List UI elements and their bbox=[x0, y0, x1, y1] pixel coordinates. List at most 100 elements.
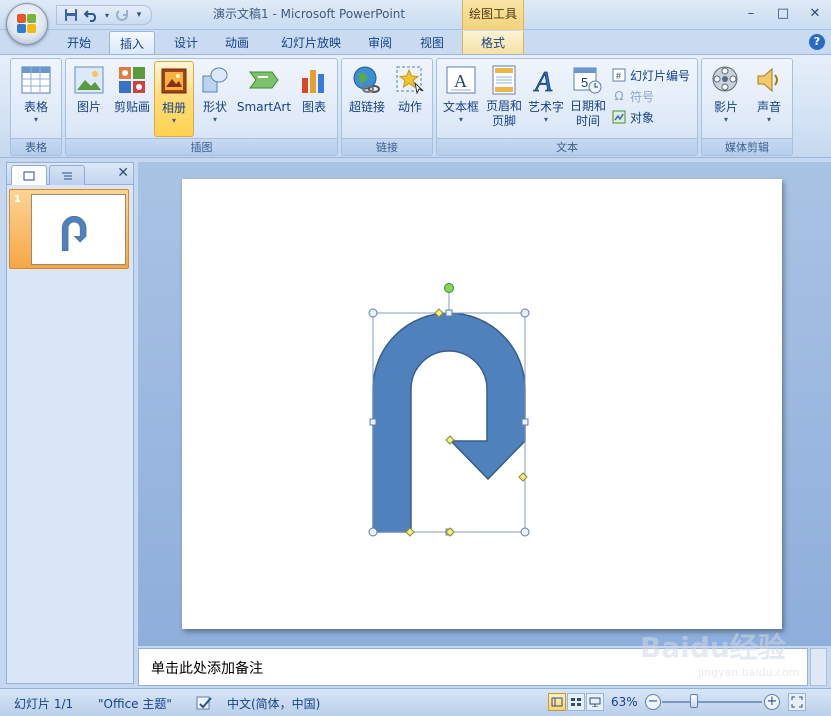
hyperlink-button[interactable]: 超链接 bbox=[344, 61, 390, 137]
picture-icon bbox=[72, 63, 106, 97]
slide-canvas[interactable] bbox=[182, 179, 782, 629]
resize-handle-e[interactable] bbox=[521, 418, 529, 426]
header-footer-button[interactable]: 页眉和 页脚 bbox=[483, 61, 525, 137]
tab-design[interactable]: 设计 bbox=[164, 31, 208, 54]
undo-dropdown-icon[interactable]: ▾ bbox=[103, 7, 111, 23]
slides-tab[interactable] bbox=[11, 165, 47, 185]
tab-slideshow[interactable]: 幻灯片放映 bbox=[270, 31, 352, 54]
watermark-text: Baidu经验 bbox=[640, 631, 786, 664]
hyperlink-label: 超链接 bbox=[348, 100, 385, 114]
status-theme[interactable]: "Office 主题" bbox=[98, 695, 172, 712]
tab-review[interactable]: 审阅 bbox=[358, 31, 402, 54]
resize-handle-w[interactable] bbox=[369, 418, 377, 426]
table-button[interactable]: 表格 ▾ bbox=[13, 61, 59, 137]
header-footer-label-line2: 页脚 bbox=[491, 114, 516, 128]
tab-format[interactable]: 格式 bbox=[462, 31, 524, 54]
globe-link-icon bbox=[350, 63, 384, 97]
rotation-handle[interactable] bbox=[444, 283, 454, 293]
shapes-button[interactable]: 形状 ▾ bbox=[196, 61, 234, 137]
redo-icon[interactable] bbox=[115, 7, 131, 23]
header-footer-label: 页眉和 页脚 bbox=[486, 99, 522, 129]
textbox-button[interactable]: A 文本框 ▾ bbox=[439, 61, 483, 137]
save-icon[interactable] bbox=[63, 7, 79, 23]
slide-number-label: 幻灯片编号 bbox=[630, 68, 691, 83]
customize-qat-icon[interactable]: ▾ bbox=[135, 7, 143, 23]
slide-number-button[interactable]: # 幻灯片编号 bbox=[611, 65, 690, 85]
tab-home[interactable]: 开始 bbox=[56, 31, 102, 54]
slide-thumbnail[interactable]: 1 bbox=[9, 189, 129, 269]
album-label: 相册 bbox=[161, 101, 186, 115]
chart-icon bbox=[297, 63, 331, 97]
object-button[interactable]: 对象 bbox=[611, 107, 654, 127]
zoom-slider[interactable] bbox=[662, 701, 762, 703]
normal-view-icon[interactable] bbox=[548, 693, 566, 711]
chevron-down-icon: ▾ bbox=[458, 115, 463, 124]
action-star-icon bbox=[393, 63, 427, 97]
office-button[interactable] bbox=[6, 3, 48, 45]
minimize-button[interactable]: – bbox=[735, 0, 767, 26]
action-button[interactable]: 动作 bbox=[390, 61, 430, 137]
maximize-button[interactable]: □ bbox=[767, 0, 799, 26]
window-controls: – □ ✕ bbox=[735, 0, 831, 26]
office-logo-icon bbox=[17, 14, 37, 34]
datetime-label-line1: 日期和 bbox=[569, 99, 606, 113]
pane-tabs: ✕ bbox=[7, 163, 133, 185]
undo-icon[interactable] bbox=[83, 7, 99, 23]
zoom-out-icon[interactable]: − bbox=[645, 694, 661, 710]
resize-handle-nw[interactable] bbox=[368, 308, 378, 318]
chevron-down-icon: ▾ bbox=[171, 116, 176, 125]
zoom-level[interactable]: 63% bbox=[611, 695, 638, 709]
sound-button[interactable]: 声音 ▾ bbox=[748, 61, 790, 137]
group-illustrations: 图片 剪贴画 相册 ▾ 形状 ▾ SmartArt 图表 插图 bbox=[65, 58, 338, 156]
slideshow-view-icon[interactable] bbox=[586, 693, 604, 711]
movie-button[interactable]: 影片 ▾ bbox=[704, 61, 748, 137]
help-icon[interactable]: ? bbox=[809, 34, 825, 50]
chart-button[interactable]: 图表 bbox=[294, 61, 334, 137]
uturn-arrow-body[interactable] bbox=[372, 312, 526, 533]
adjust-handle-right[interactable] bbox=[518, 472, 528, 482]
outline-tab[interactable] bbox=[49, 165, 85, 185]
tab-view[interactable]: 视图 bbox=[410, 31, 454, 54]
close-pane-icon[interactable]: ✕ bbox=[117, 165, 129, 181]
wordart-icon: A bbox=[529, 63, 563, 97]
datetime-label-line2: 时间 bbox=[575, 114, 600, 128]
speaker-icon bbox=[752, 63, 786, 97]
tab-insert[interactable]: 插入 bbox=[109, 31, 155, 54]
ribbon: 表格 ▾ 表格 图片 剪贴画 相册 ▾ 形状 ▾ SmartArt 图表 插图 … bbox=[0, 54, 831, 158]
svg-text:A: A bbox=[454, 71, 467, 91]
group-media-label: 媒体剪辑 bbox=[702, 138, 792, 155]
group-text: A 文本框 ▾ 页眉和 页脚 A 艺术字 ▾ 5 日期和 时间 # 幻灯片编号 … bbox=[436, 58, 698, 156]
resize-handle-n[interactable] bbox=[445, 309, 453, 317]
status-language[interactable]: 中文(简体，中国) bbox=[227, 695, 320, 712]
close-button[interactable]: ✕ bbox=[799, 0, 831, 26]
chevron-down-icon: ▾ bbox=[212, 115, 217, 124]
album-button[interactable]: 相册 ▾ bbox=[154, 61, 194, 137]
spellcheck-icon[interactable] bbox=[196, 695, 214, 714]
resize-handle-se[interactable] bbox=[520, 527, 530, 537]
notes-scrollbar[interactable] bbox=[810, 648, 827, 686]
watermark-sub: jingyan.baidu.com bbox=[698, 666, 800, 679]
window-title: 演示文稿1 - Microsoft PowerPoint bbox=[213, 7, 406, 21]
clipart-button[interactable]: 剪贴画 bbox=[110, 61, 154, 137]
chevron-down-icon: ▾ bbox=[723, 115, 728, 124]
tab-animations[interactable]: 动画 bbox=[215, 31, 259, 54]
slide-number: 1 bbox=[14, 194, 21, 205]
datetime-button[interactable]: 5 日期和 时间 bbox=[567, 61, 609, 137]
clipart-icon bbox=[115, 63, 149, 97]
resize-handle-sw[interactable] bbox=[368, 527, 378, 537]
symbol-label: 符号 bbox=[630, 89, 655, 104]
group-media: 影片 ▾ 声音 ▾ 媒体剪辑 bbox=[701, 58, 793, 156]
zoom-slider-thumb[interactable] bbox=[690, 694, 698, 708]
slide-sorter-icon[interactable] bbox=[567, 693, 585, 711]
zoom-in-icon[interactable]: + bbox=[764, 694, 780, 710]
wordart-button[interactable]: A 艺术字 ▾ bbox=[525, 61, 567, 137]
slide-editing-area bbox=[138, 162, 831, 646]
fit-to-window-icon[interactable] bbox=[788, 693, 806, 711]
picture-button[interactable]: 图片 bbox=[68, 61, 110, 137]
photo-album-icon bbox=[157, 64, 191, 98]
group-table-label: 表格 bbox=[11, 138, 61, 155]
smartart-button[interactable]: SmartArt bbox=[236, 61, 292, 137]
symbol-button[interactable]: Ω 符号 bbox=[611, 86, 654, 106]
outline-tab-icon bbox=[62, 172, 72, 179]
resize-handle-ne[interactable] bbox=[520, 308, 530, 318]
